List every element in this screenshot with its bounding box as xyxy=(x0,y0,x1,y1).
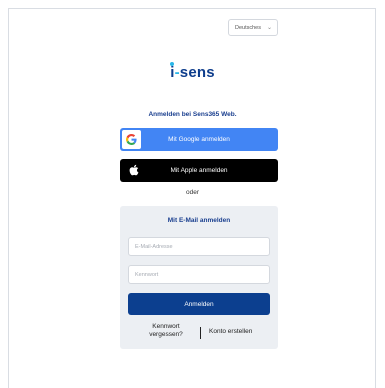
email-signin-panel: Mit E-Mail anmelden E-Mail-Adresse Kennw… xyxy=(120,206,278,349)
email-field[interactable]: E-Mail-Adresse xyxy=(128,237,270,256)
login-button-label: Anmelden xyxy=(184,300,214,308)
signin-title: Anmelden bei Sens365 Web. xyxy=(148,111,237,118)
google-signin-label: Mit Google anmelden xyxy=(168,136,230,143)
language-select-value: Deutsches xyxy=(235,24,261,31)
forgot-password-link[interactable]: Kennwort vergessen? xyxy=(138,323,194,339)
isens-logo: i-sens xyxy=(170,62,215,81)
language-select[interactable]: Deutsches ⌄ xyxy=(228,19,278,36)
apple-signin-label: Mit Apple anmelden xyxy=(170,167,228,174)
google-icon xyxy=(122,130,141,149)
apple-icon xyxy=(129,164,139,178)
login-button[interactable]: Anmelden xyxy=(128,293,270,315)
password-placeholder: Kennwort xyxy=(135,271,159,278)
email-placeholder: E-Mail-Adresse xyxy=(135,243,173,250)
google-signin-button[interactable]: Mit Google anmelden xyxy=(120,128,278,151)
create-account-link[interactable]: Konto erstellen xyxy=(209,328,252,335)
or-divider-text: oder xyxy=(185,189,199,196)
email-signin-title: Mit E-Mail anmelden xyxy=(167,217,231,224)
link-separator xyxy=(200,327,201,339)
apple-signin-button[interactable]: Mit Apple anmelden xyxy=(120,159,278,182)
password-field[interactable]: Kennwort xyxy=(128,265,270,284)
chevron-down-icon: ⌄ xyxy=(266,24,272,31)
